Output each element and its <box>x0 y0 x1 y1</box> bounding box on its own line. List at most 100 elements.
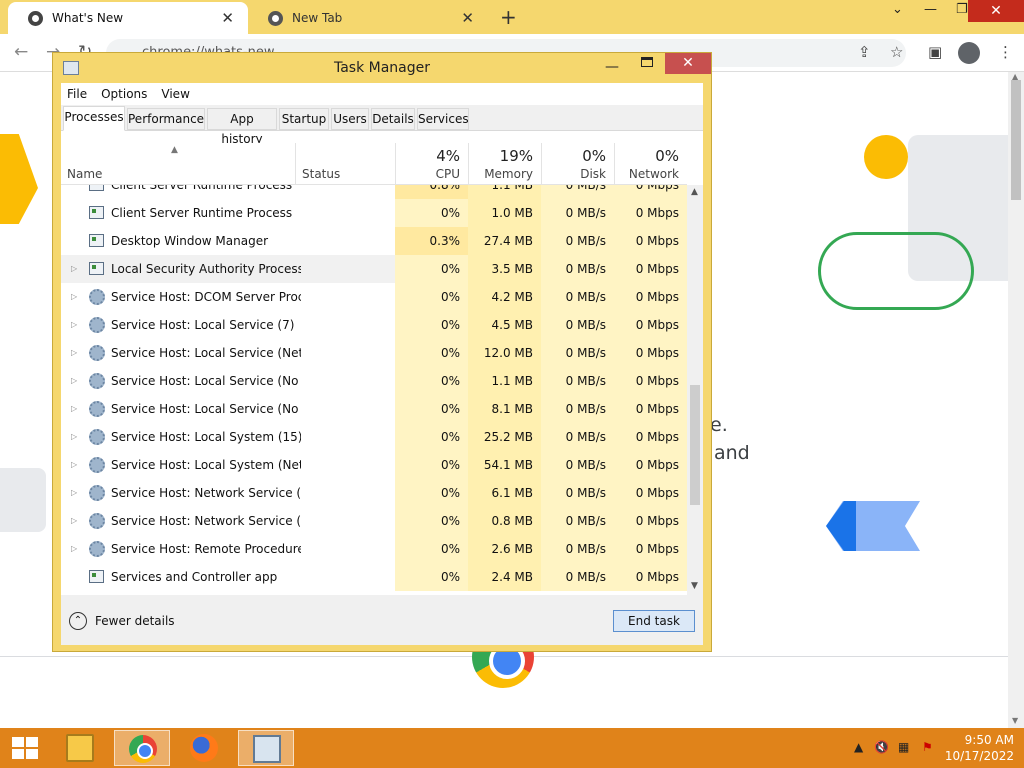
process-row[interactable]: Desktop Window Manager 0.3% 27.4 MB 0 MB/s 0… <box>61 227 687 255</box>
scroll-up-icon[interactable]: ▲ <box>691 187 698 197</box>
menu-options[interactable]: Options <box>101 87 147 101</box>
tab-startup[interactable]: Startup <box>279 108 329 130</box>
process-network: 0 Mbps <box>614 451 687 479</box>
start-button[interactable] <box>12 737 38 759</box>
tab-whats-new[interactable]: What's New ✕ <box>8 2 248 34</box>
taskbar-firefox[interactable] <box>176 730 232 766</box>
gear-icon <box>89 541 105 557</box>
process-network: 0 Mbps <box>614 339 687 367</box>
scroll-thumb[interactable] <box>1011 80 1021 200</box>
column-header: ▲ Name Status 4% CPU 19% Memory 0% Disk … <box>61 143 687 185</box>
restore-icon[interactable]: ❐ <box>956 2 968 17</box>
taskbar-task-manager[interactable] <box>238 730 294 766</box>
tab-app-history[interactable]: App history <box>207 108 277 146</box>
chrome-favicon-icon <box>268 10 283 26</box>
process-row[interactable]: ▷ Local Security Authority Process... 0% 3.… <box>61 255 687 283</box>
tab-processes[interactable]: Processes <box>63 106 125 131</box>
minimize-icon[interactable]: — <box>924 2 937 17</box>
process-row[interactable]: ▷ Service Host: Remote Procedure... 0% 2.6 … <box>61 535 687 563</box>
side-panel-icon[interactable]: ▣ <box>928 43 942 61</box>
expand-chevron-icon[interactable]: ▷ <box>71 516 77 525</box>
gear-icon <box>89 513 105 529</box>
tab-performance[interactable]: Performance <box>127 108 205 130</box>
expand-chevron-icon[interactable]: ▷ <box>71 404 77 413</box>
expand-chevron-icon[interactable]: ▷ <box>71 348 77 357</box>
action-center-alert-icon[interactable]: ⚑ <box>922 740 933 754</box>
process-row[interactable]: ▷ Service Host: Local Service (No ... 0% 8.… <box>61 395 687 423</box>
network-icon[interactable]: ▦ <box>898 740 909 754</box>
process-memory: 2.6 MB <box>468 535 541 563</box>
tab-users[interactable]: Users <box>331 108 369 130</box>
page-text-fragment: and <box>714 442 750 464</box>
page-scrollbar[interactable]: ▲ ▼ <box>1008 72 1024 728</box>
process-row[interactable]: ▷ Service Host: Local Service (Net... 0% 12… <box>61 339 687 367</box>
close-window-button[interactable]: ✕ <box>968 0 1024 22</box>
profile-avatar-icon[interactable] <box>958 42 980 64</box>
process-row[interactable]: ▷ Service Host: Local Service (No I... 0% 1… <box>61 367 687 395</box>
taskbar-file-explorer[interactable] <box>52 730 108 766</box>
firefox-icon <box>190 734 218 762</box>
menu-file[interactable]: File <box>67 87 87 101</box>
tab-services[interactable]: Services <box>417 108 469 130</box>
network-total: 0% <box>655 147 679 165</box>
expand-chevron-icon[interactable]: ▷ <box>71 432 77 441</box>
process-row[interactable]: Client Server Runtime Process 0.8% 1.1 MB 0… <box>61 185 687 199</box>
process-cpu: 0% <box>395 255 468 283</box>
expand-chevron-icon[interactable]: ▷ <box>71 488 77 497</box>
scroll-down-icon[interactable]: ▼ <box>1012 716 1018 725</box>
close-tab-icon[interactable]: ✕ <box>461 9 474 27</box>
menu-kebab-icon[interactable]: ⋮ <box>998 43 1013 61</box>
expand-chevron-icon[interactable]: ▷ <box>71 320 77 329</box>
process-row[interactable]: ▷ Service Host: Network Service (... 0% 0.8… <box>61 507 687 535</box>
bookmark-star-icon[interactable]: ☆ <box>890 43 903 61</box>
column-network[interactable]: 0% Network <box>614 143 687 185</box>
memory-total: 19% <box>499 147 533 165</box>
chevron-up-circle-icon[interactable]: ⌃ <box>69 612 87 630</box>
taskbar-chrome[interactable] <box>114 730 170 766</box>
back-arrow-icon[interactable]: ← <box>14 42 28 62</box>
fewer-details-link[interactable]: Fewer details <box>95 614 175 628</box>
end-task-button[interactable]: End task <box>613 610 695 632</box>
menu-view[interactable]: View <box>161 87 189 101</box>
process-row[interactable]: Client Server Runtime Process 0% 1.0 MB 0 M… <box>61 199 687 227</box>
process-row[interactable]: ▷ Service Host: Network Service (5) 0% 6.1 … <box>61 479 687 507</box>
decorative-shape <box>864 135 908 179</box>
scroll-down-icon[interactable]: ▼ <box>691 581 698 591</box>
process-row[interactable]: ▷ Service Host: Local System (15) 0% 25.2 M… <box>61 423 687 451</box>
share-icon[interactable]: ⇪ <box>858 43 871 61</box>
new-tab-plus-icon[interactable]: + <box>500 5 517 29</box>
column-status-cell[interactable]: Status <box>295 143 395 185</box>
close-tab-icon[interactable]: ✕ <box>221 9 234 27</box>
expand-chevron-icon[interactable]: ▷ <box>71 292 77 301</box>
tab-new-tab[interactable]: New Tab ✕ <box>248 2 488 34</box>
minimize-icon[interactable]: — <box>605 59 619 75</box>
show-hidden-icons-icon[interactable]: ▲ <box>854 740 863 754</box>
volume-muted-icon[interactable]: 🔇 <box>874 740 889 754</box>
tab-details[interactable]: Details <box>371 108 415 130</box>
expand-chevron-icon[interactable]: ▷ <box>71 376 77 385</box>
process-row[interactable]: ▷ Service Host: Local Service (7) 0% 4.5 MB… <box>61 311 687 339</box>
folder-icon <box>66 734 94 762</box>
process-cpu: 0% <box>395 451 468 479</box>
close-button[interactable]: ✕ <box>665 53 711 74</box>
chrome-icon <box>129 735 157 763</box>
maximize-icon[interactable] <box>641 57 653 67</box>
column-name[interactable]: Name <box>67 167 102 181</box>
expand-chevron-icon[interactable]: ▷ <box>71 460 77 469</box>
expand-chevron-icon[interactable]: ▷ <box>71 544 77 553</box>
process-name: Client Server Runtime Process <box>111 185 293 192</box>
process-row[interactable]: ▷ Service Host: DCOM Server Proc... 0% 4.2 … <box>61 283 687 311</box>
process-row[interactable]: ▷ Service Host: Local System (Net... 0% 54.… <box>61 451 687 479</box>
gear-icon <box>89 345 105 361</box>
scroll-thumb[interactable] <box>690 385 700 505</box>
expand-chevron-icon[interactable]: ▷ <box>71 264 77 273</box>
process-row[interactable]: Services and Controller app 0% 2.4 MB 0 MB/… <box>61 563 687 591</box>
column-disk[interactable]: 0% Disk <box>541 143 614 185</box>
column-memory[interactable]: 19% Memory <box>468 143 541 185</box>
process-scrollbar[interactable]: ▲ ▼ <box>687 185 703 595</box>
process-memory: 1.1 MB <box>468 185 541 199</box>
system-clock[interactable]: 9:50 AM 10/17/2022 <box>944 732 1014 764</box>
tab-search-chevron-icon[interactable]: ⌄ <box>892 2 903 17</box>
column-cpu[interactable]: 4% CPU <box>395 143 468 185</box>
decorative-shape <box>0 468 46 532</box>
